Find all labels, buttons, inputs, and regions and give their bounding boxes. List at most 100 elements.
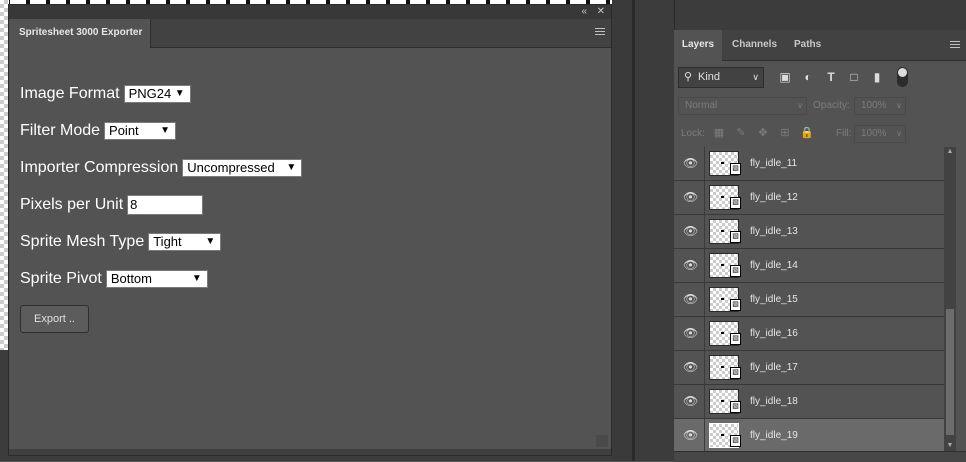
layer-name: fly_idle_14 (750, 260, 798, 271)
layer-row[interactable]: 👁 ▧ fly_idle_15 (674, 283, 944, 317)
smart-object-filter-icon[interactable]: ▮ (869, 69, 885, 85)
layer-name: fly_idle_12 (750, 192, 798, 203)
panel-bottom-bar (9, 449, 611, 455)
resize-grip-icon[interactable] (596, 435, 608, 447)
fill-input[interactable]: 100% ∨ (854, 125, 906, 143)
shape-filter-icon[interactable]: □ (846, 69, 862, 85)
dropdown-arrow-icon: ▼ (174, 87, 185, 99)
scroll-up-icon[interactable]: ▲ (944, 147, 956, 157)
tab-paths[interactable]: Paths (794, 30, 821, 60)
layers-scrollbar[interactable]: ▲ ▼ (944, 147, 956, 451)
eye-icon[interactable]: 👁 (683, 293, 698, 305)
tab-channels[interactable]: Channels (732, 30, 777, 60)
layers-panel-tabs: Layers Channels Paths (674, 30, 966, 61)
sprite-pivot-label: Sprite Pivot (20, 269, 102, 287)
layer-row[interactable]: 👁 ▧ fly_idle_16 (674, 317, 944, 351)
chevron-down-icon: ∨ (896, 101, 902, 110)
lock-label: Lock: (681, 128, 705, 139)
layer-row[interactable]: 👁 ▧ fly_idle_13 (674, 215, 944, 249)
layer-name: fly_idle_13 (750, 226, 798, 237)
smart-object-badge-icon: ▧ (730, 367, 741, 379)
layer-name: fly_idle_16 (750, 328, 798, 339)
layer-filter-row: ⚲ Kind ∨ ▣ ◐ T □ ▮ (678, 67, 964, 89)
eye-icon[interactable]: 👁 (683, 327, 698, 339)
filter-mode-select[interactable]: Point ▼ (104, 121, 177, 140)
layer-name: fly_idle_18 (750, 396, 798, 407)
close-icon[interactable]: ✕ (597, 5, 605, 19)
smart-object-badge-icon: ▧ (730, 265, 741, 277)
filter-toggle-switch[interactable] (897, 67, 908, 87)
export-button[interactable]: Export .. (20, 305, 89, 333)
artboard-icon[interactable]: ⊞ (778, 126, 792, 140)
layers-panel-menu-icon[interactable] (950, 41, 960, 50)
dropdown-arrow-icon: ▼ (205, 235, 216, 247)
eye-icon[interactable]: 👁 (683, 259, 698, 271)
image-format-select[interactable]: PNG24 ▼ (123, 84, 191, 103)
smart-object-badge-icon: ▧ (730, 401, 741, 413)
layers-panel-footer (674, 451, 966, 462)
smart-object-badge-icon: ▧ (730, 435, 741, 447)
scroll-down-icon[interactable]: ▼ (944, 441, 956, 451)
fill-label: Fill: (836, 128, 852, 139)
type-filter-icon[interactable]: T (823, 69, 839, 85)
layer-name: fly_idle_19 (750, 430, 798, 441)
smart-object-badge-icon: ▧ (730, 299, 741, 311)
importer-compression-label: Importer Compression (20, 158, 179, 176)
brush-icon[interactable]: ✎ (734, 126, 748, 140)
blend-mode-select[interactable]: Normal ∨ (678, 97, 807, 115)
image-format-row: Image Format PNG24 ▼ (20, 75, 302, 112)
layer-row[interactable]: 👁 ▧ fly_idle_12 (674, 181, 944, 215)
pixels-per-unit-input[interactable]: 8 (127, 194, 204, 215)
chevron-down-icon: ∨ (752, 72, 759, 82)
eye-icon[interactable]: 👁 (683, 395, 698, 407)
layer-row-selected[interactable]: 👁 ▧ fly_idle_19 (674, 419, 944, 453)
smart-object-badge-icon: ▧ (730, 231, 741, 243)
sprite-mesh-type-row: Sprite Mesh Type Tight ▼ (20, 223, 302, 260)
layer-row[interactable]: 👁 ▧ fly_idle_18 (674, 385, 944, 419)
sprite-mesh-type-select[interactable]: Tight ▼ (148, 232, 222, 251)
smart-object-badge-icon: ▧ (730, 197, 741, 209)
layer-row[interactable]: 👁 ▧ fly_idle_17 (674, 351, 944, 385)
canvas-gutter (612, 0, 634, 461)
layers-panel-top-gap (674, 0, 966, 30)
filter-mode-label: Filter Mode (20, 121, 101, 139)
scrollbar-thumb[interactable] (946, 309, 954, 435)
opacity-label: Opacity: (813, 100, 850, 111)
lock-icon[interactable]: 🔒 (800, 126, 814, 140)
smart-object-badge-icon: ▧ (730, 163, 741, 175)
panel-menu-icon[interactable] (595, 28, 605, 37)
sprite-pivot-select[interactable]: Bottom ▼ (105, 269, 208, 288)
tab-spritesheet-exporter[interactable]: Spritesheet 3000 Exporter (9, 19, 151, 48)
lock-transparency-icon[interactable]: ▦ (712, 126, 726, 140)
search-icon: ⚲ (684, 71, 693, 83)
eye-icon[interactable]: 👁 (683, 429, 698, 441)
adjustment-filter-icon[interactable]: ◐ (800, 69, 816, 85)
importer-compression-select[interactable]: Uncompressed ▼ (182, 158, 303, 177)
move-icon[interactable]: ✥ (756, 126, 770, 140)
layer-row[interactable]: 👁 ▧ fly_idle_14 (674, 249, 944, 283)
image-format-label: Image Format (20, 84, 120, 102)
sprite-pivot-row: Sprite Pivot Bottom ▼ (20, 260, 302, 297)
eye-icon[interactable]: 👁 (683, 361, 698, 373)
pixels-per-unit-label: Pixels per Unit (20, 195, 124, 213)
smart-object-badge-icon: ▧ (730, 333, 741, 345)
layer-list: 👁 ▧ fly_idle_11 👁 ▧ fly_idle_12 👁 ▧ fly_… (674, 147, 944, 453)
dropdown-arrow-icon: ▼ (191, 272, 202, 284)
image-filter-icon[interactable]: ▣ (777, 69, 793, 85)
filter-kind-select[interactable]: ⚲ Kind ∨ (678, 67, 764, 88)
lock-fill-row: Lock: ▦ ✎ ✥ ⊞ 🔒 Fill: 100% ∨ (678, 125, 964, 143)
opacity-input[interactable]: 100% ∨ (854, 97, 906, 115)
eye-icon[interactable]: 👁 (683, 225, 698, 237)
double-chevron-icon[interactable]: « (581, 5, 587, 19)
chevron-down-icon: ∨ (797, 101, 803, 110)
eye-icon[interactable]: 👁 (683, 191, 698, 203)
layer-row[interactable]: 👁 ▧ fly_idle_11 (674, 147, 944, 181)
layer-name: fly_idle_15 (750, 294, 798, 305)
eye-icon[interactable]: 👁 (683, 157, 698, 169)
layers-panel: Layers Channels Paths ⚲ Kind ∨ ▣ ◐ T □ ▮… (674, 0, 966, 462)
filter-mode-row: Filter Mode Point ▼ (20, 112, 302, 149)
layer-name: fly_idle_11 (750, 158, 798, 169)
panel-tab-row: Spritesheet 3000 Exporter (9, 19, 611, 48)
tab-layers[interactable]: Layers (674, 30, 722, 61)
panel-header-bar: « ✕ (9, 5, 611, 19)
